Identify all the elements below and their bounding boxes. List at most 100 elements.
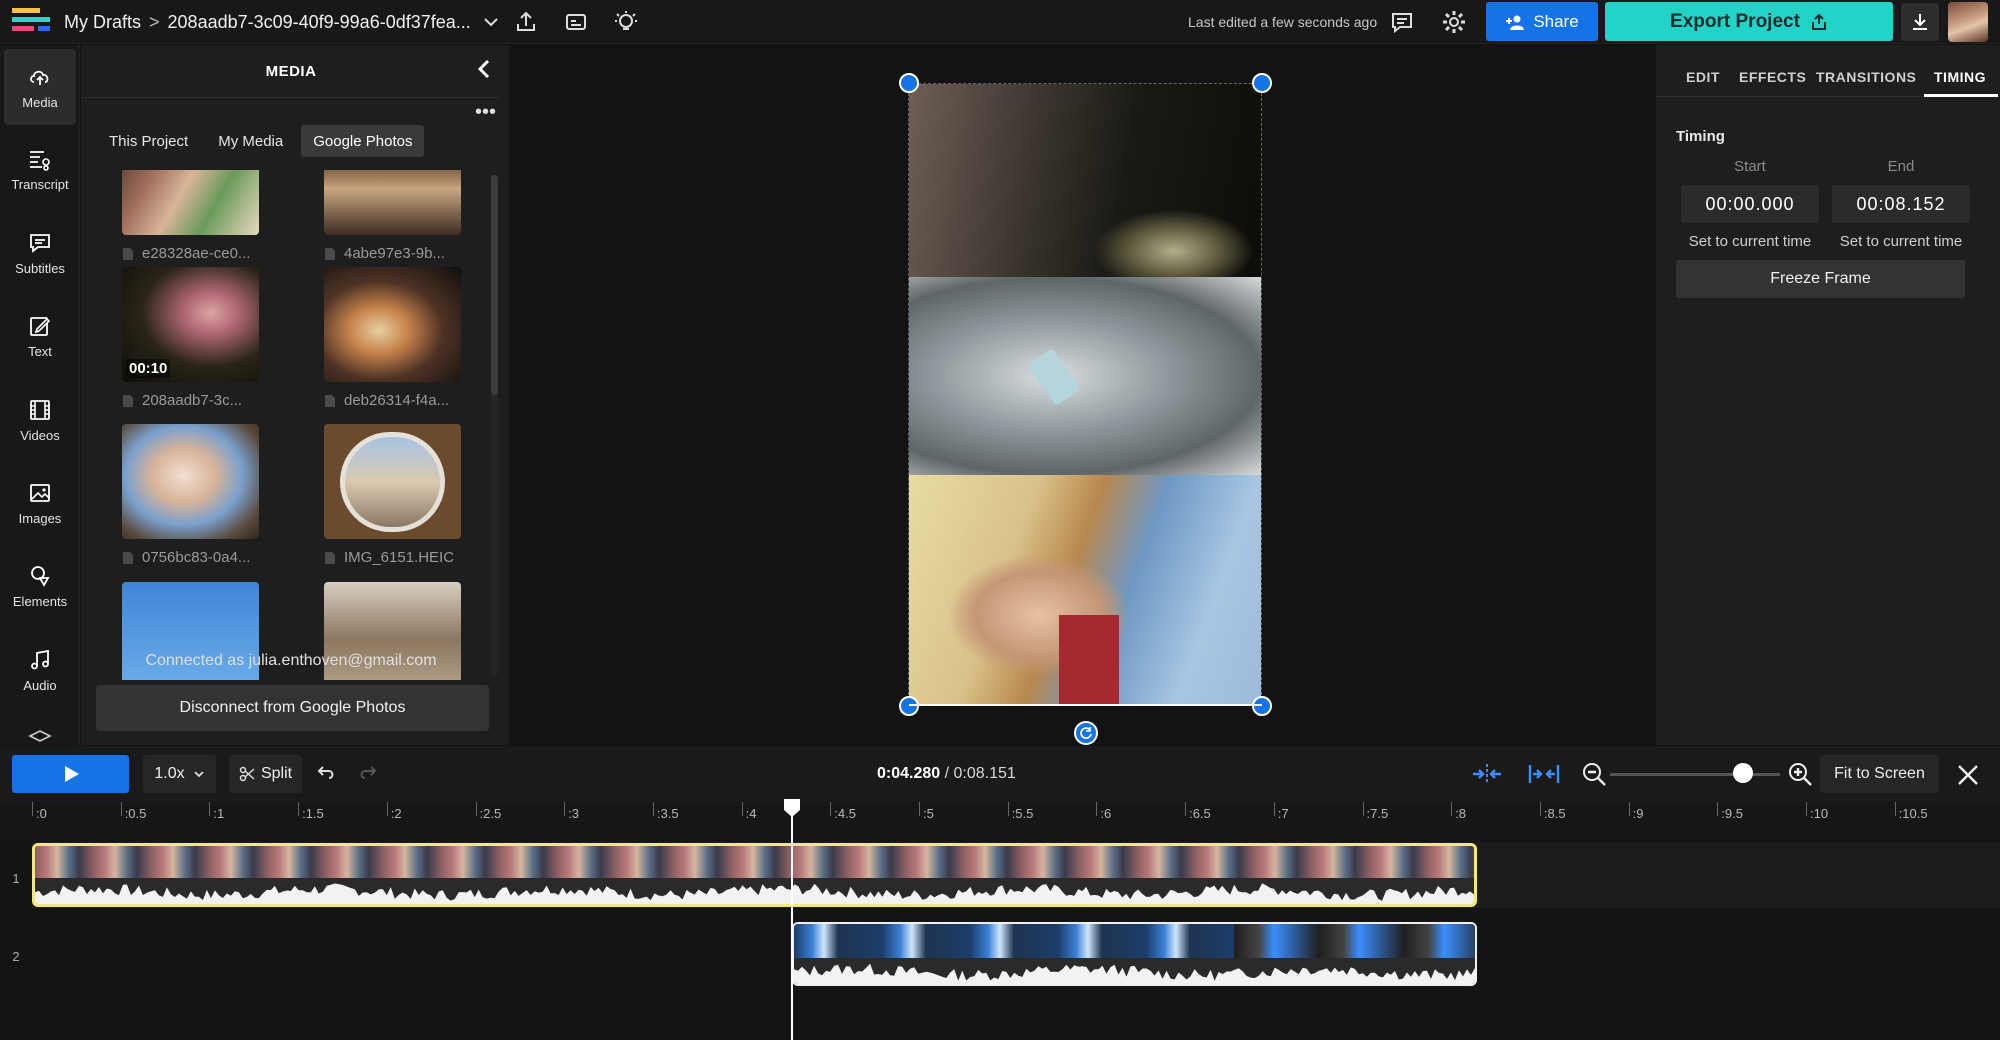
undo-icon[interactable] xyxy=(316,762,338,784)
close-icon[interactable] xyxy=(1955,762,1981,788)
media-item-name: 0756bc83-0a4... xyxy=(142,549,251,566)
fit-to-screen-button[interactable]: Fit to Screen xyxy=(1820,755,1939,793)
media-item[interactable]: 0756bc83-0a4... xyxy=(122,424,272,566)
freeze-frame-button[interactable]: Freeze Frame xyxy=(1676,260,1965,298)
zoom-out-icon[interactable] xyxy=(1580,760,1608,788)
media-panel-title: MEDIA xyxy=(265,63,317,80)
video-layer-bottom xyxy=(909,475,1261,704)
playback-speed-select[interactable]: 1.0x xyxy=(143,755,216,793)
kapwing-logo[interactable] xyxy=(12,6,52,36)
ruler-tick-label: :2.5 xyxy=(479,806,502,821)
media-scrollbar-thumb[interactable] xyxy=(491,175,498,395)
tab-my-media[interactable]: My Media xyxy=(206,125,295,157)
rail-item-audio[interactable]: Audio xyxy=(4,632,76,708)
media-item[interactable]: e28328ae-ce0... xyxy=(122,170,272,262)
resize-handle-bottom-left[interactable] xyxy=(899,696,919,716)
media-item[interactable]: 00:10 208aadb7-3c... xyxy=(122,267,272,409)
ruler-tick xyxy=(1362,802,1364,816)
play-button[interactable] xyxy=(12,755,129,793)
media-thumbnail[interactable] xyxy=(122,424,259,539)
rail-item-transcript[interactable]: Transcript xyxy=(4,131,76,207)
rail-item-subtitles[interactable]: Subtitles xyxy=(4,215,76,291)
gear-icon[interactable] xyxy=(1440,8,1468,36)
resize-handle-top-left[interactable] xyxy=(899,73,919,93)
comments-icon[interactable] xyxy=(1388,8,1416,36)
upload-icon[interactable] xyxy=(512,8,540,36)
resize-handle-bottom-right[interactable] xyxy=(1252,696,1272,716)
track-number: 2 xyxy=(12,949,20,964)
rail-label: Media xyxy=(22,94,58,110)
ruler-tick-label: :9.5 xyxy=(1721,806,1743,821)
zoom-slider-track[interactable] xyxy=(1610,773,1780,776)
resize-handle-top-right[interactable] xyxy=(1252,73,1272,93)
ruler-tick-label: :7.5 xyxy=(1366,806,1389,821)
zoom-slider-knob[interactable] xyxy=(1732,763,1753,783)
start-time-input[interactable]: 00:00.000 xyxy=(1681,185,1819,223)
timeline-ruler[interactable]: :0:0.5:1:1.5:2:2.5:3:3.5:4:4.5:5:5.5:6:6… xyxy=(0,802,2000,842)
playhead-line[interactable] xyxy=(791,810,793,1040)
redo-icon[interactable] xyxy=(356,762,378,784)
rail-label: Transcript xyxy=(11,176,69,192)
set-end-current-time-link[interactable]: Set to current time xyxy=(1832,233,1970,250)
ruler-tick xyxy=(564,802,566,816)
tab-edit[interactable]: EDIT xyxy=(1686,69,1720,85)
set-start-current-time-link[interactable]: Set to current time xyxy=(1681,233,1819,250)
zoom-in-icon[interactable] xyxy=(1786,760,1814,788)
playhead-handle[interactable] xyxy=(783,798,801,818)
ruler-tick-label: :10 xyxy=(1810,806,1829,821)
ruler-tick-label: :5.5 xyxy=(1011,806,1034,821)
tab-this-project[interactable]: This Project xyxy=(97,125,200,157)
tab-transitions[interactable]: TRANSITIONS xyxy=(1816,69,1916,85)
rail-item-media[interactable]: Media xyxy=(4,49,76,125)
subtitles-icon xyxy=(30,233,50,253)
more-options-icon[interactable]: ••• xyxy=(475,102,499,123)
rail-item-text[interactable]: Text xyxy=(4,298,76,374)
export-project-button[interactable]: Export Project xyxy=(1605,2,1893,41)
media-item[interactable]: deb26314-f4a... xyxy=(324,267,474,409)
media-thumbnail[interactable] xyxy=(324,267,461,382)
media-thumbnail[interactable]: 00:10 xyxy=(122,267,259,382)
collapse-panel-icon[interactable] xyxy=(473,57,497,81)
video-clip-track-2[interactable] xyxy=(792,922,1477,986)
current-time: 0:04.280 xyxy=(877,765,941,782)
ruler-tick-label: :6 xyxy=(1100,806,1112,821)
video-clip-track-1[interactable] xyxy=(32,843,1477,907)
tab-google-photos[interactable]: Google Photos xyxy=(301,125,425,157)
project-title[interactable]: 208aadb7-3c09-40f9-99a6-0df37fea... xyxy=(168,12,471,33)
ruler-tick xyxy=(1806,802,1807,816)
upload-cloud-icon xyxy=(30,70,49,85)
share-button[interactable]: Share xyxy=(1486,2,1598,41)
active-tab-indicator xyxy=(1924,94,1998,97)
captions-icon[interactable] xyxy=(562,8,590,36)
media-item[interactable]: IMG_6151.HEIC xyxy=(324,424,474,566)
end-time-input[interactable]: 00:08.152 xyxy=(1832,185,1970,223)
tab-effects[interactable]: EFFECTS xyxy=(1739,69,1806,85)
tab-timing[interactable]: TIMING xyxy=(1934,69,1986,85)
split-button[interactable]: Split xyxy=(229,755,302,793)
ruler-tick xyxy=(298,802,300,816)
rail-item-videos[interactable]: Videos xyxy=(4,382,76,458)
snap-split-icon[interactable] xyxy=(1470,760,1504,788)
ruler-tick xyxy=(1539,802,1541,816)
rail-item-elements[interactable]: Elements xyxy=(4,548,76,624)
lightbulb-icon[interactable] xyxy=(612,8,640,36)
left-rail: Media Transcript Subtitles Text Videos I… xyxy=(0,45,80,745)
timeline-toolbar: 1.0x Split 0:04.280 / 0:08.151 Fit to Sc… xyxy=(0,746,2000,802)
video-canvas[interactable] xyxy=(908,83,1262,705)
media-thumbnail[interactable] xyxy=(122,170,259,235)
breadcrumb-root[interactable]: My Drafts xyxy=(64,12,141,33)
disconnect-google-photos-button[interactable]: Disconnect from Google Photos xyxy=(96,685,489,731)
media-thumbnail[interactable] xyxy=(324,170,461,235)
media-thumbnail[interactable] xyxy=(324,424,461,539)
avatar[interactable] xyxy=(1948,2,1988,42)
layers-icon[interactable] xyxy=(28,730,52,744)
connected-account-text: Connected as julia.enthoven@gmail.com xyxy=(145,652,437,669)
total-time: / 0:08.151 xyxy=(944,765,1016,782)
rail-item-images[interactable]: Images xyxy=(4,465,76,541)
chevron-down-icon[interactable] xyxy=(481,12,501,32)
rotate-handle[interactable] xyxy=(1074,721,1098,745)
download-button[interactable] xyxy=(1901,3,1939,41)
clip-filmstrip xyxy=(35,846,1474,878)
media-item[interactable]: 4abe97e3-9b... xyxy=(324,170,474,262)
close-gaps-icon[interactable] xyxy=(1527,760,1561,788)
